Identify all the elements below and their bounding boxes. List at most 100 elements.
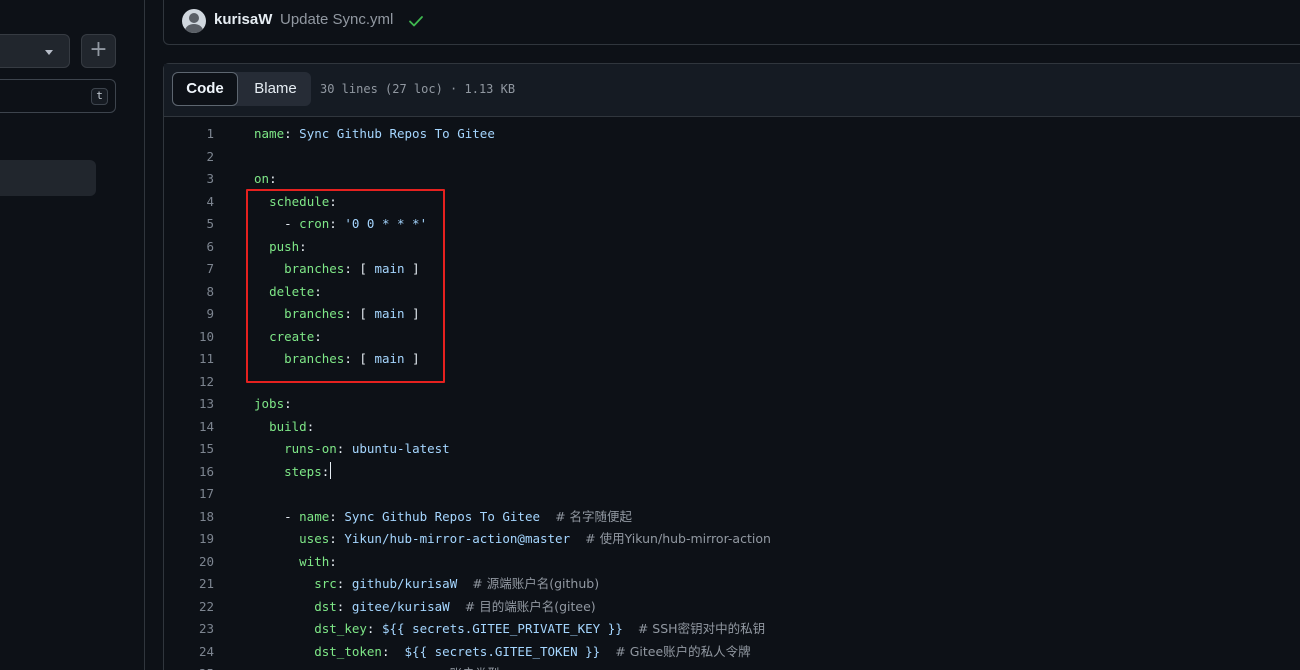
code-text: : — [366, 621, 382, 636]
tree-item-selected[interactable] — [0, 160, 96, 196]
line-number[interactable]: 2 — [178, 146, 214, 169]
chevron-down-icon — [45, 50, 53, 55]
code-text: - — [254, 508, 300, 524]
line-content: name: Sync Github Repos To Gitee — [254, 123, 495, 146]
line-number[interactable]: 25 — [178, 663, 214, 670]
yaml-key: uses — [299, 531, 330, 546]
yaml-key: name — [299, 508, 330, 524]
line-content: dst_token: ${{ secrets.GITEE_TOKEN }} # … — [254, 641, 750, 664]
branch-selector[interactable] — [0, 34, 70, 68]
line-number[interactable]: 5 — [178, 213, 214, 236]
file-view-page: + t kurisaW Update Sync.yml Code Blame 3… — [0, 0, 1300, 670]
yaml-key: runs-on — [284, 441, 337, 456]
yaml-key: dst — [314, 598, 337, 614]
line-number[interactable]: 17 — [178, 483, 214, 506]
yaml-value: ${{ secrets.GITEE_PRIVATE_KEY }} — [381, 621, 623, 636]
line-number[interactable]: 1 — [178, 123, 214, 146]
code-comment: # 源端账户名(github) — [472, 576, 600, 591]
line-number[interactable]: 20 — [178, 551, 214, 574]
commit-message-link[interactable]: Update Sync.yml — [280, 11, 393, 28]
line-number[interactable]: 10 — [178, 326, 214, 349]
code-comment: # SSH密钥对中的私钥 — [637, 621, 766, 636]
yaml-value: Yikun/hub-mirror-action@master — [344, 531, 571, 546]
text-cursor — [330, 461, 332, 479]
line-number[interactable]: 13 — [178, 393, 214, 416]
code-comment: # 名字随便起 — [555, 508, 633, 524]
yaml-key: build — [269, 418, 307, 434]
line-number[interactable]: 15 — [178, 438, 214, 461]
yaml-value: gitee/kurisaW — [351, 598, 450, 614]
code-comment: # 目的端账户名(gitee) — [464, 598, 596, 614]
line-number[interactable]: 12 — [178, 371, 214, 394]
code-text: : — [381, 643, 405, 659]
line-content: dst_key: ${{ secrets.GITEE_PRIVATE_KEY }… — [254, 618, 765, 641]
line-number[interactable]: 4 — [178, 191, 214, 214]
line-content: uses: Yikun/hub-mirror-action@master # 使… — [254, 528, 771, 551]
yaml-key: dst_token — [314, 643, 382, 659]
yaml-key: on — [254, 171, 270, 186]
yaml-key: name — [254, 126, 285, 141]
avatar-body — [185, 24, 203, 33]
code-text: : — [269, 171, 277, 186]
line-number[interactable]: 16 — [178, 461, 214, 484]
tab-code[interactable]: Code — [172, 72, 238, 106]
file-tree-sidebar: + t — [0, 0, 145, 670]
yaml-value: ${{ secrets.GITEE_TOKEN }} — [404, 643, 601, 659]
line-number[interactable]: 3 — [178, 168, 214, 191]
line-number[interactable]: 6 — [178, 236, 214, 259]
line-number[interactable]: 21 — [178, 573, 214, 596]
line-number[interactable]: 24 — [178, 641, 214, 664]
line-content: runs-on: ubuntu-latest — [254, 438, 450, 461]
code-text: : — [329, 553, 337, 569]
yaml-value: github/kurisaW — [351, 576, 458, 591]
yaml-key: with — [299, 553, 330, 569]
code-text: : — [329, 508, 345, 524]
code-text: : — [336, 576, 352, 591]
line-number[interactable]: 18 — [178, 506, 214, 529]
line-number[interactable]: 11 — [178, 348, 214, 371]
code-comment: 账户类型 — [450, 666, 500, 670]
avatar[interactable] — [182, 9, 206, 33]
line-number[interactable]: 9 — [178, 303, 214, 326]
yaml-value: Sync Github Repos To Gitee — [344, 508, 540, 524]
file-meta: 30 lines (27 loc) · 1.13 KB — [320, 82, 516, 96]
line-number[interactable]: 19 — [178, 528, 214, 551]
yaml-value: ubuntu-latest — [351, 441, 450, 456]
line-number[interactable]: 14 — [178, 416, 214, 439]
line-number[interactable]: 22 — [178, 596, 214, 619]
yaml-key: src — [314, 576, 337, 591]
annotation-highlight-box — [246, 189, 445, 383]
check-icon[interactable] — [408, 13, 424, 29]
line-number[interactable]: 7 — [178, 258, 214, 281]
code-text: : — [284, 126, 300, 141]
code-text: : — [284, 396, 292, 411]
yaml-key: jobs — [254, 396, 285, 411]
tab-blame[interactable]: Blame — [240, 72, 311, 106]
yaml-value: Sync Github Repos To Gitee — [299, 126, 495, 141]
code-text: : — [336, 441, 352, 456]
yaml-key: steps — [284, 463, 322, 479]
line-content: steps: — [254, 461, 332, 484]
line-content: build: — [254, 416, 314, 439]
line-number[interactable]: 23 — [178, 618, 214, 641]
line-content: - name: Sync Github Repos To Gitee # 名字随… — [254, 506, 632, 529]
go-to-file-input[interactable]: t — [0, 79, 116, 113]
avatar-head — [189, 13, 199, 23]
line-number[interactable]: 8 — [178, 281, 214, 304]
commit-author-link[interactable]: kurisaW — [214, 11, 272, 28]
add-file-button[interactable]: + — [81, 34, 116, 68]
code-text: : — [329, 531, 345, 546]
